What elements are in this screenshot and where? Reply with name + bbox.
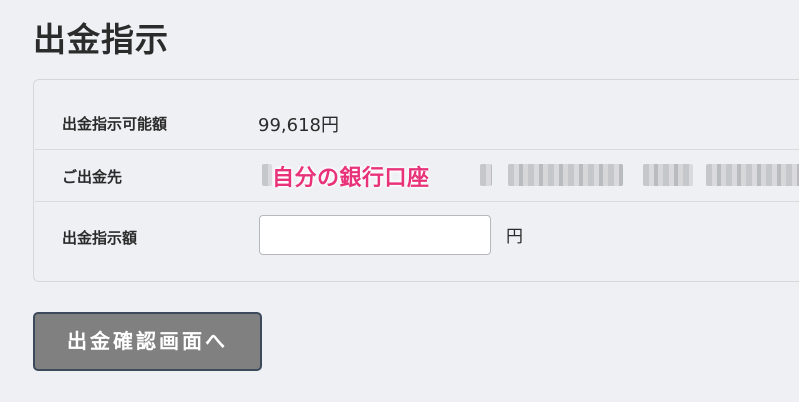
redacted-account-info — [643, 164, 693, 186]
page-title: 出金指示 — [33, 20, 169, 59]
available-amount-label: 出金指示可能額 — [62, 115, 168, 133]
withdrawal-amount-unit: 円 — [506, 227, 523, 247]
redacted-account-info — [508, 164, 623, 186]
redacted-account-info — [480, 164, 492, 186]
redacted-account-info — [262, 164, 272, 186]
destination-annotation: 自分の銀行口座 — [272, 166, 430, 191]
withdrawal-amount-label: 出金指示額 — [62, 229, 138, 247]
redacted-account-info — [706, 164, 799, 186]
confirm-withdrawal-button[interactable]: 出金確認画面へ — [33, 312, 262, 371]
destination-account-value: 自分の銀行口座 — [258, 156, 799, 196]
available-amount-value: 99,618円 — [258, 115, 339, 136]
row-divider — [35, 201, 799, 202]
destination-label: ご出金先 — [62, 168, 123, 186]
row-divider — [35, 149, 799, 150]
withdrawal-form-panel: 出金指示可能額 99,618円 ご出金先 自分の銀行口座 出金指示額 円 — [33, 79, 799, 282]
withdrawal-amount-input[interactable] — [259, 215, 491, 255]
